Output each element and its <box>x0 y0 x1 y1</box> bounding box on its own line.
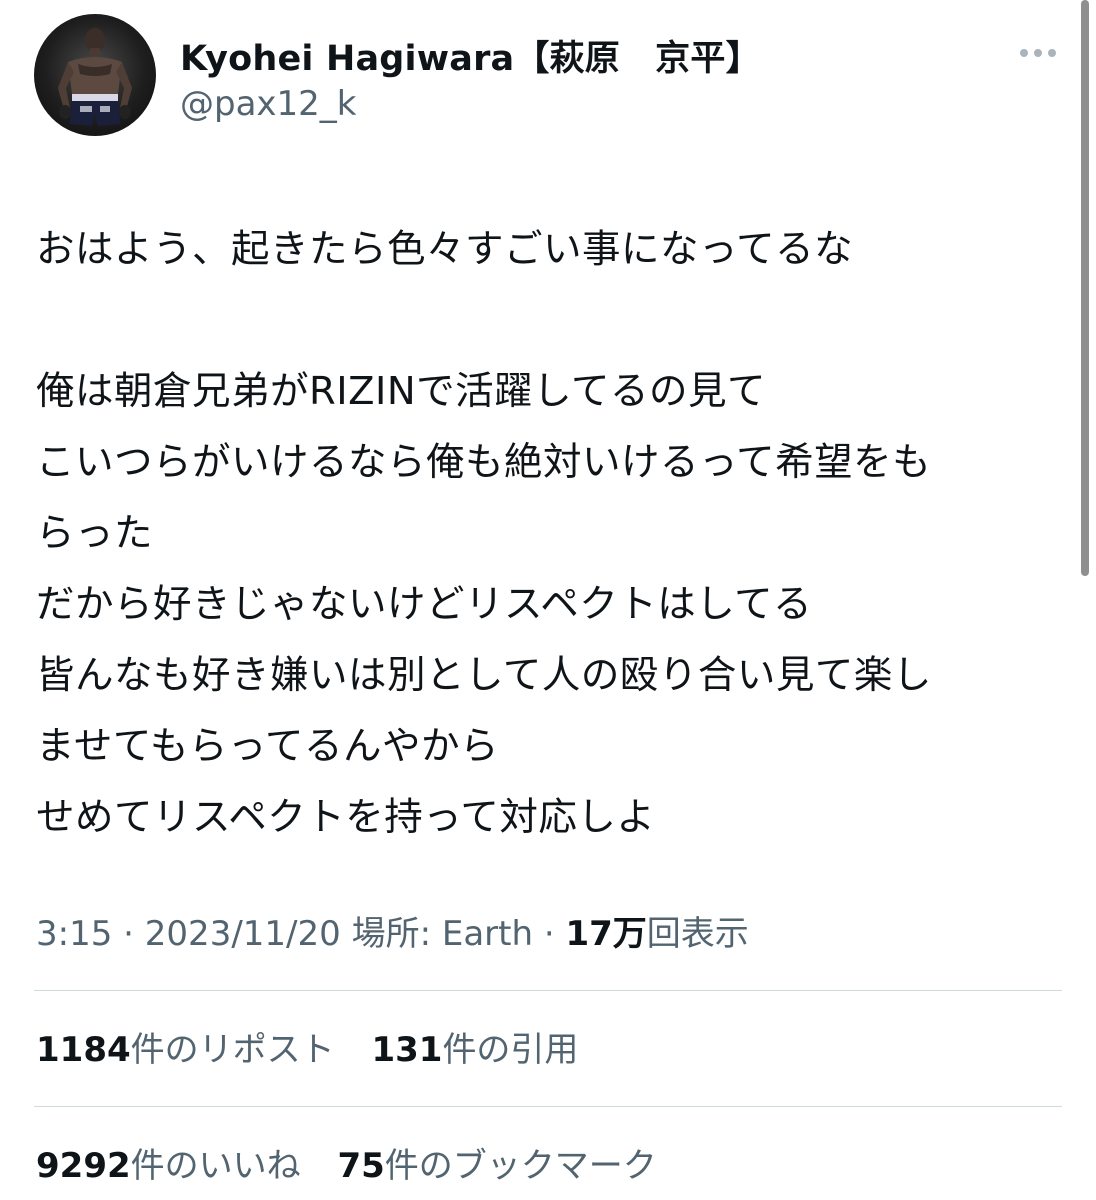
tweet-location: 場所: Earth <box>351 914 534 954</box>
tweet-text-line <box>36 285 1066 356</box>
tweet-detail: Kyohei Hagiwara【萩原 京平】 @pax12_k おはよう、起きた… <box>0 0 1096 1200</box>
quotes-label: 件の引用 <box>442 1030 579 1070</box>
divider <box>34 1106 1062 1107</box>
tweet-date[interactable]: 2023/11/20 <box>145 914 341 954</box>
tweet-text-line: 皆んなも好き嫌いは別として人の殴り合い見て楽し <box>36 653 932 698</box>
stats-row-reposts: 1184件のリポスト 131件の引用 <box>36 1022 604 1071</box>
likes-count: 9292 <box>36 1146 131 1186</box>
tweet-text: おはよう、起きたら色々すごい事になってるな 俺は朝倉兄弟がRIZINで活躍してる… <box>36 214 1066 853</box>
tweet-text-line: ませてもらってるんやから <box>36 724 499 769</box>
tweet-text-line: 俺は朝倉兄弟がRIZINで活躍してるの見て <box>36 369 766 414</box>
divider <box>34 990 1062 991</box>
author-display-name[interactable]: Kyohei Hagiwara【萩原 京平】 <box>180 30 761 81</box>
bookmarks-count: 75 <box>337 1146 385 1186</box>
author-handle[interactable]: @pax12_k <box>180 84 357 124</box>
fighter-photo-avatar <box>58 28 132 126</box>
tweet-meta: 3:15 · 2023/11/20 場所: Earth · 17万回表示 <box>36 906 749 955</box>
bookmarks-stat[interactable]: 75件のブックマーク <box>337 1146 656 1186</box>
avatar[interactable] <box>34 14 156 136</box>
meta-separator: · <box>533 914 566 954</box>
tweet-text-line: らった <box>36 511 154 556</box>
stats-row-likes: 9292件のいいね 75件のブックマーク <box>36 1138 683 1187</box>
quotes-stat[interactable]: 131件の引用 <box>371 1030 578 1070</box>
tweet-text-line: おはよう、起きたら色々すごい事になってるな <box>36 227 854 272</box>
tweet-text-line: せめてリスペクトを持って対応しよ <box>36 795 656 840</box>
quotes-count: 131 <box>371 1030 443 1070</box>
more-dots-icon[interactable] <box>1016 44 1060 62</box>
tweet-text-line: こいつらがいけるなら俺も絶対いけるって希望をも <box>36 440 932 485</box>
bookmarks-label: 件のブックマーク <box>384 1146 657 1186</box>
reposts-count: 1184 <box>36 1030 131 1070</box>
views-count[interactable]: 17万 <box>565 914 646 954</box>
likes-stat[interactable]: 9292件のいいね <box>36 1146 301 1186</box>
reposts-label: 件のリポスト <box>130 1030 335 1070</box>
scrollbar[interactable] <box>1081 0 1089 576</box>
views-label[interactable]: 回表示 <box>647 914 749 954</box>
meta-separator: · <box>112 914 145 954</box>
reposts-stat[interactable]: 1184件のリポスト <box>36 1030 335 1070</box>
likes-label: 件のいいね <box>130 1146 301 1186</box>
tweet-time[interactable]: 3:15 <box>36 914 112 954</box>
tweet-text-line: だから好きじゃないけどリスペクトはしてる <box>36 582 813 627</box>
